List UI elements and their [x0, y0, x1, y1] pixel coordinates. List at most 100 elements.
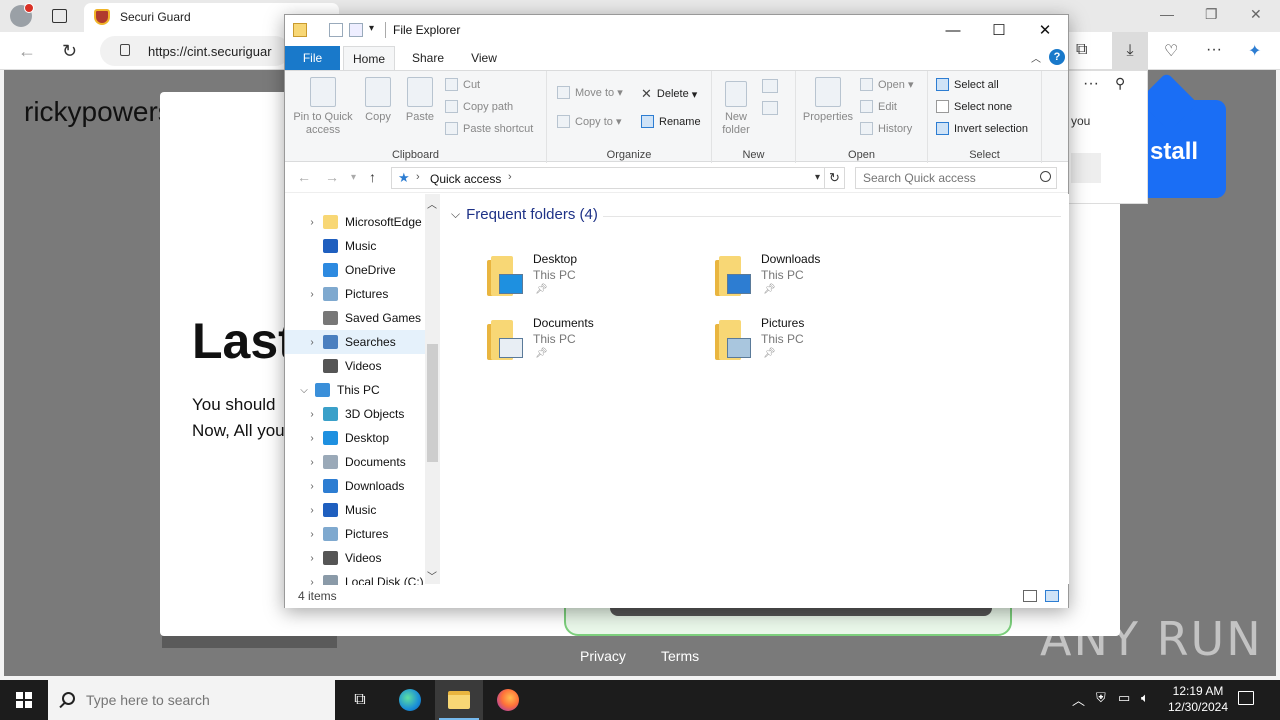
folder-tile-downloads[interactable]: Downloads This PC 📌︎	[715, 252, 915, 308]
edge-taskbar-button[interactable]	[386, 680, 434, 720]
move-to-button[interactable]: Move to ▾	[557, 86, 623, 99]
nav-item-microsoftedge[interactable]: › MicrosoftEdge	[285, 210, 425, 234]
clock[interactable]: 12:19 AM 12/30/2024	[1160, 683, 1236, 715]
breadcrumb-quick-access[interactable]: Quick access	[430, 172, 501, 186]
back-icon[interactable]: ←	[18, 41, 36, 62]
tab-view[interactable]: View	[459, 46, 509, 70]
explorer-taskbar-button[interactable]	[435, 680, 483, 720]
nav-item-pictures[interactable]: › Pictures	[285, 522, 425, 546]
history-button[interactable]: History	[860, 122, 912, 135]
pin-quick-access-button[interactable]: Pin to Quick access	[291, 77, 355, 137]
new-folder-quick-icon[interactable]	[349, 23, 363, 37]
cut-button[interactable]: Cut	[445, 78, 480, 91]
expand-right-icon[interactable]: ›	[307, 553, 317, 564]
scroll-thumb[interactable]	[427, 344, 438, 462]
large-icons-view-icon[interactable]	[1045, 590, 1059, 602]
browser-essentials-icon[interactable]: ♡	[1164, 41, 1178, 61]
expand-right-icon[interactable]: ›	[307, 505, 317, 516]
collapse-ribbon-icon[interactable]: ︿	[1031, 50, 1041, 65]
invert-selection-button[interactable]: Invert selection	[936, 122, 1028, 135]
new-folder-button[interactable]: New folder	[716, 81, 756, 137]
back-arrow-icon[interactable]: ←	[297, 169, 311, 185]
popup-pin-icon[interactable]: ⚲	[1115, 75, 1125, 92]
customize-quick-access-icon[interactable]: ▾	[369, 23, 374, 34]
nav-item-documents[interactable]: › Documents	[285, 450, 425, 474]
task-view-button[interactable]: ⧉	[336, 680, 384, 720]
expand-right-icon[interactable]: ›	[307, 217, 317, 228]
minimize-icon[interactable]: —	[930, 15, 976, 45]
open-button[interactable]: Open ▾	[860, 78, 914, 91]
security-tray-icon[interactable]: ⛨	[1096, 690, 1106, 706]
expand-down-icon[interactable]: ⌵	[299, 385, 309, 396]
tab-share[interactable]: Share	[403, 46, 453, 70]
nav-item-onedrive[interactable]: OneDrive	[285, 258, 425, 282]
details-view-icon[interactable]	[1023, 590, 1037, 602]
rename-button[interactable]: Rename	[641, 115, 701, 128]
close-icon[interactable]: ✕	[1022, 15, 1068, 45]
expand-right-icon[interactable]: ›	[307, 481, 317, 492]
folder-tile-documents[interactable]: Documents This PC 📌︎	[487, 316, 687, 372]
copilot-icon[interactable]: ✦	[1248, 41, 1261, 61]
tab-file[interactable]: File	[285, 46, 340, 70]
expand-right-icon[interactable]: ›	[307, 433, 317, 444]
address-bar[interactable]: https://cint.securiguar	[100, 36, 290, 66]
start-button[interactable]	[0, 680, 48, 720]
search-box[interactable]	[855, 167, 1057, 189]
maximize-icon[interactable]: ☐	[976, 15, 1022, 45]
recent-locations-icon[interactable]: ▾	[351, 172, 356, 183]
refresh-icon[interactable]: ↻	[825, 167, 845, 189]
delete-button[interactable]: ✕ Delete ▾	[641, 86, 697, 102]
tab-home[interactable]: Home	[343, 46, 395, 70]
up-arrow-icon[interactable]: ↑	[369, 169, 376, 185]
copy-button[interactable]: Copy	[359, 77, 397, 124]
expand-right-icon[interactable]: ›	[307, 409, 317, 420]
reload-icon[interactable]: ↻	[62, 41, 77, 62]
paste-shortcut-button[interactable]: Paste shortcut	[445, 122, 533, 135]
paste-button[interactable]: Paste	[401, 77, 439, 124]
forward-arrow-icon[interactable]: →	[325, 169, 339, 185]
terms-link[interactable]: Terms	[661, 648, 699, 664]
firefox-taskbar-button[interactable]	[484, 680, 532, 720]
browser-minimize-icon[interactable]: —	[1160, 6, 1174, 22]
expand-right-icon[interactable]: ›	[307, 337, 317, 348]
search-input[interactable]	[856, 168, 1034, 188]
nav-item-videos[interactable]: › Videos	[285, 546, 425, 570]
easy-access-button[interactable]	[762, 101, 783, 115]
popup-more-icon[interactable]: ···	[1083, 75, 1099, 93]
help-icon[interactable]: ?	[1049, 49, 1065, 65]
folder-tile-pictures[interactable]: Pictures This PC 📌︎	[715, 316, 915, 372]
path-dropdown-icon[interactable]: ▾	[815, 172, 820, 183]
breadcrumb-chevron-icon[interactable]: ›	[416, 171, 420, 183]
volume-icon[interactable]: 🔈︎	[1141, 690, 1149, 706]
folder-tile-desktop[interactable]: Desktop This PC 📌︎	[487, 252, 687, 308]
nav-item-3d-objects[interactable]: › 3D Objects	[285, 402, 425, 426]
install-badge[interactable]: stall	[1140, 100, 1226, 198]
nav-item-desktop[interactable]: › Desktop	[285, 426, 425, 450]
breadcrumb-chevron-end-icon[interactable]: ›	[508, 171, 512, 183]
nav-item-saved-games[interactable]: Saved Games	[285, 306, 425, 330]
more-menu-icon[interactable]: ···	[1206, 41, 1222, 59]
notifications-icon[interactable]	[1238, 691, 1254, 705]
taskbar-search-input[interactable]	[86, 690, 326, 710]
select-none-button[interactable]: Select none	[936, 100, 1012, 113]
nav-item-music[interactable]: Music	[285, 234, 425, 258]
nav-item-searches[interactable]: › Searches	[285, 330, 425, 354]
select-all-button[interactable]: Select all	[936, 78, 999, 91]
nav-scrollbar[interactable]: ︿ ﹀	[425, 194, 440, 584]
profile-avatar[interactable]	[10, 3, 34, 27]
properties-button[interactable]: Properties	[800, 77, 856, 124]
frequent-folders-header[interactable]: ⌵ Frequent folders (4)	[451, 206, 598, 223]
expand-right-icon[interactable]: ›	[307, 289, 317, 300]
expand-right-icon[interactable]: ›	[307, 529, 317, 540]
path-box[interactable]: ★ › Quick access › ▾	[391, 167, 825, 189]
nav-item-pictures[interactable]: › Pictures	[285, 282, 425, 306]
network-icon[interactable]: ▭	[1118, 690, 1130, 706]
nav-item-this-pc[interactable]: ⌵ This PC	[285, 378, 425, 402]
browser-close-icon[interactable]: ✕	[1250, 6, 1262, 23]
new-item-button[interactable]	[762, 79, 783, 93]
downloads-icon[interactable]: ⤓	[1112, 32, 1148, 70]
nav-item-downloads[interactable]: › Downloads	[285, 474, 425, 498]
nav-item-videos[interactable]: Videos	[285, 354, 425, 378]
browser-restore-icon[interactable]: ❐	[1205, 6, 1218, 23]
tab-actions-icon[interactable]	[52, 9, 67, 23]
